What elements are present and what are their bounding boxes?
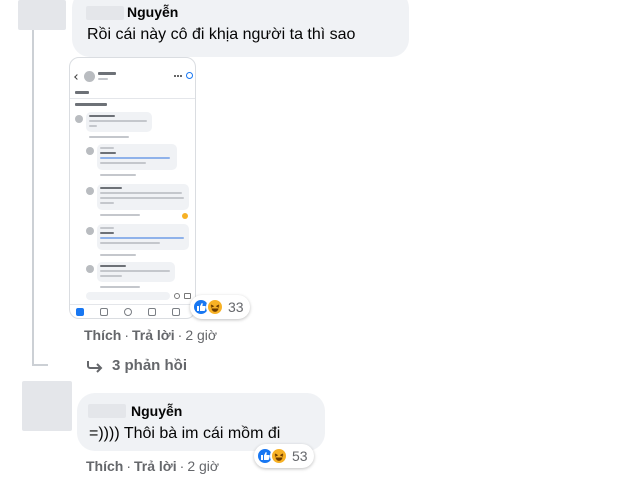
reaction-summary[interactable]: 53 (254, 444, 314, 468)
author-name-redacted (86, 6, 124, 20)
back-arrow-icon (74, 74, 80, 80)
shares-count (75, 91, 89, 94)
profile-sub (98, 78, 108, 80)
reply-action[interactable]: Trả lời (134, 458, 177, 474)
camera-icon (184, 293, 191, 299)
avatar[interactable] (18, 0, 66, 30)
reply-text: =)))) Thôi bà im cái mồm đi (89, 425, 281, 442)
thread-line (32, 30, 34, 365)
reply-action[interactable]: Trả lời (132, 327, 175, 343)
profile-name (98, 72, 116, 75)
reply-arrow-icon (87, 360, 103, 373)
reaction-count: 33 (228, 299, 244, 315)
reply-actions: Thích · Trả lời · 2 giờ (86, 458, 220, 474)
view-replies-link[interactable]: 3 phản hồi (86, 357, 187, 374)
author-name-redacted (88, 404, 126, 418)
haha-reaction-icon (270, 447, 288, 465)
reply-avatar[interactable] (22, 381, 72, 431)
reaction-summary[interactable]: 33 (190, 295, 250, 319)
most-relevant-filter (75, 103, 107, 106)
attached-screenshot[interactable] (69, 57, 196, 319)
timestamp[interactable]: 2 giờ (187, 458, 219, 474)
thread-line-branch (32, 364, 48, 366)
comment-author[interactable]: Nguyễn (127, 4, 178, 20)
comment-text: Rồi cái này cô đi khịa người ta thì sao (87, 26, 356, 43)
like-action[interactable]: Thích (84, 327, 121, 343)
timestamp[interactable]: 2 giờ (185, 327, 217, 343)
haha-reaction-icon (206, 298, 224, 316)
write-comment-input (86, 292, 170, 300)
notifications-tab-icon (148, 308, 156, 316)
watch-tab-icon (100, 308, 108, 316)
more-icon (174, 75, 182, 77)
reaction-count: 53 (292, 448, 308, 464)
profile-avatar (84, 71, 95, 82)
home-tab-icon (76, 308, 84, 316)
emoji-icon (174, 293, 180, 299)
comment-avatar (75, 115, 83, 123)
groups-tab-icon (124, 308, 132, 316)
like-action[interactable]: Thích (86, 458, 123, 474)
menu-tab-icon (172, 308, 180, 316)
comment-actions: Thích · Trả lời · 2 giờ (84, 327, 218, 343)
messenger-icon (186, 72, 193, 79)
reply-author[interactable]: Nguyễn (131, 403, 182, 419)
replies-label: 3 phản hồi (112, 357, 187, 374)
